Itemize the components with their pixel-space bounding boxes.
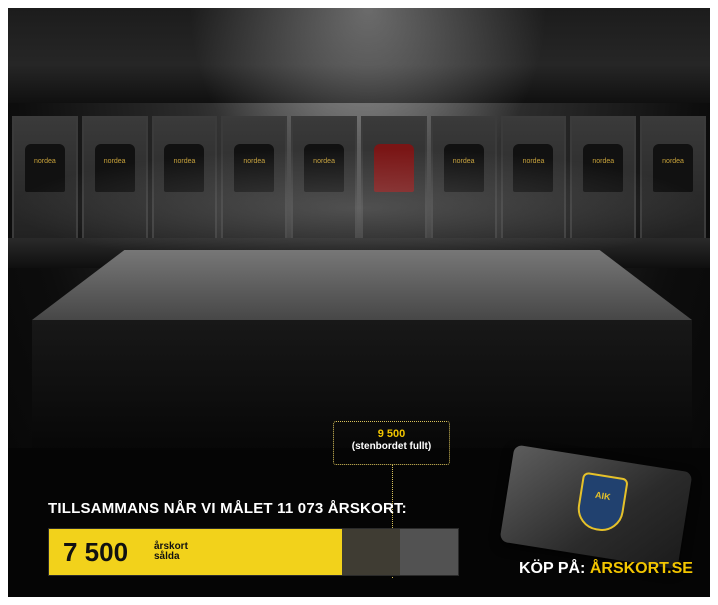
sold-unit: årskort sålda: [154, 542, 188, 562]
campaign-banner: nordeanordeanordeanordeanordeanordeanord…: [8, 8, 710, 597]
buy-cta[interactable]: KÖP PÅ: ÅRSKORT.SE: [519, 560, 693, 578]
target-label: (stenbordet fullt): [351, 441, 432, 452]
progress-target-segment: [399, 529, 458, 575]
stone-table-top: [32, 250, 692, 320]
buy-link[interactable]: ÅRSKORT.SE: [590, 560, 693, 577]
crest-text: AIK: [594, 489, 612, 503]
goal-heading: TILLSAMMANS NÅR VI MÅLET 11 073 ÅRSKORT:: [48, 500, 407, 517]
progress-bar: 7 500 årskort sålda: [48, 528, 459, 576]
crest-icon: AIK: [574, 471, 629, 535]
target-value: 9 500: [377, 428, 406, 440]
sold-count: 7 500: [63, 537, 129, 567]
buy-prefix: KÖP PÅ:: [519, 560, 590, 577]
target-callout: 9 500 (stenbordet fullt): [333, 421, 450, 465]
sold-unit-line2: sålda: [154, 551, 180, 562]
